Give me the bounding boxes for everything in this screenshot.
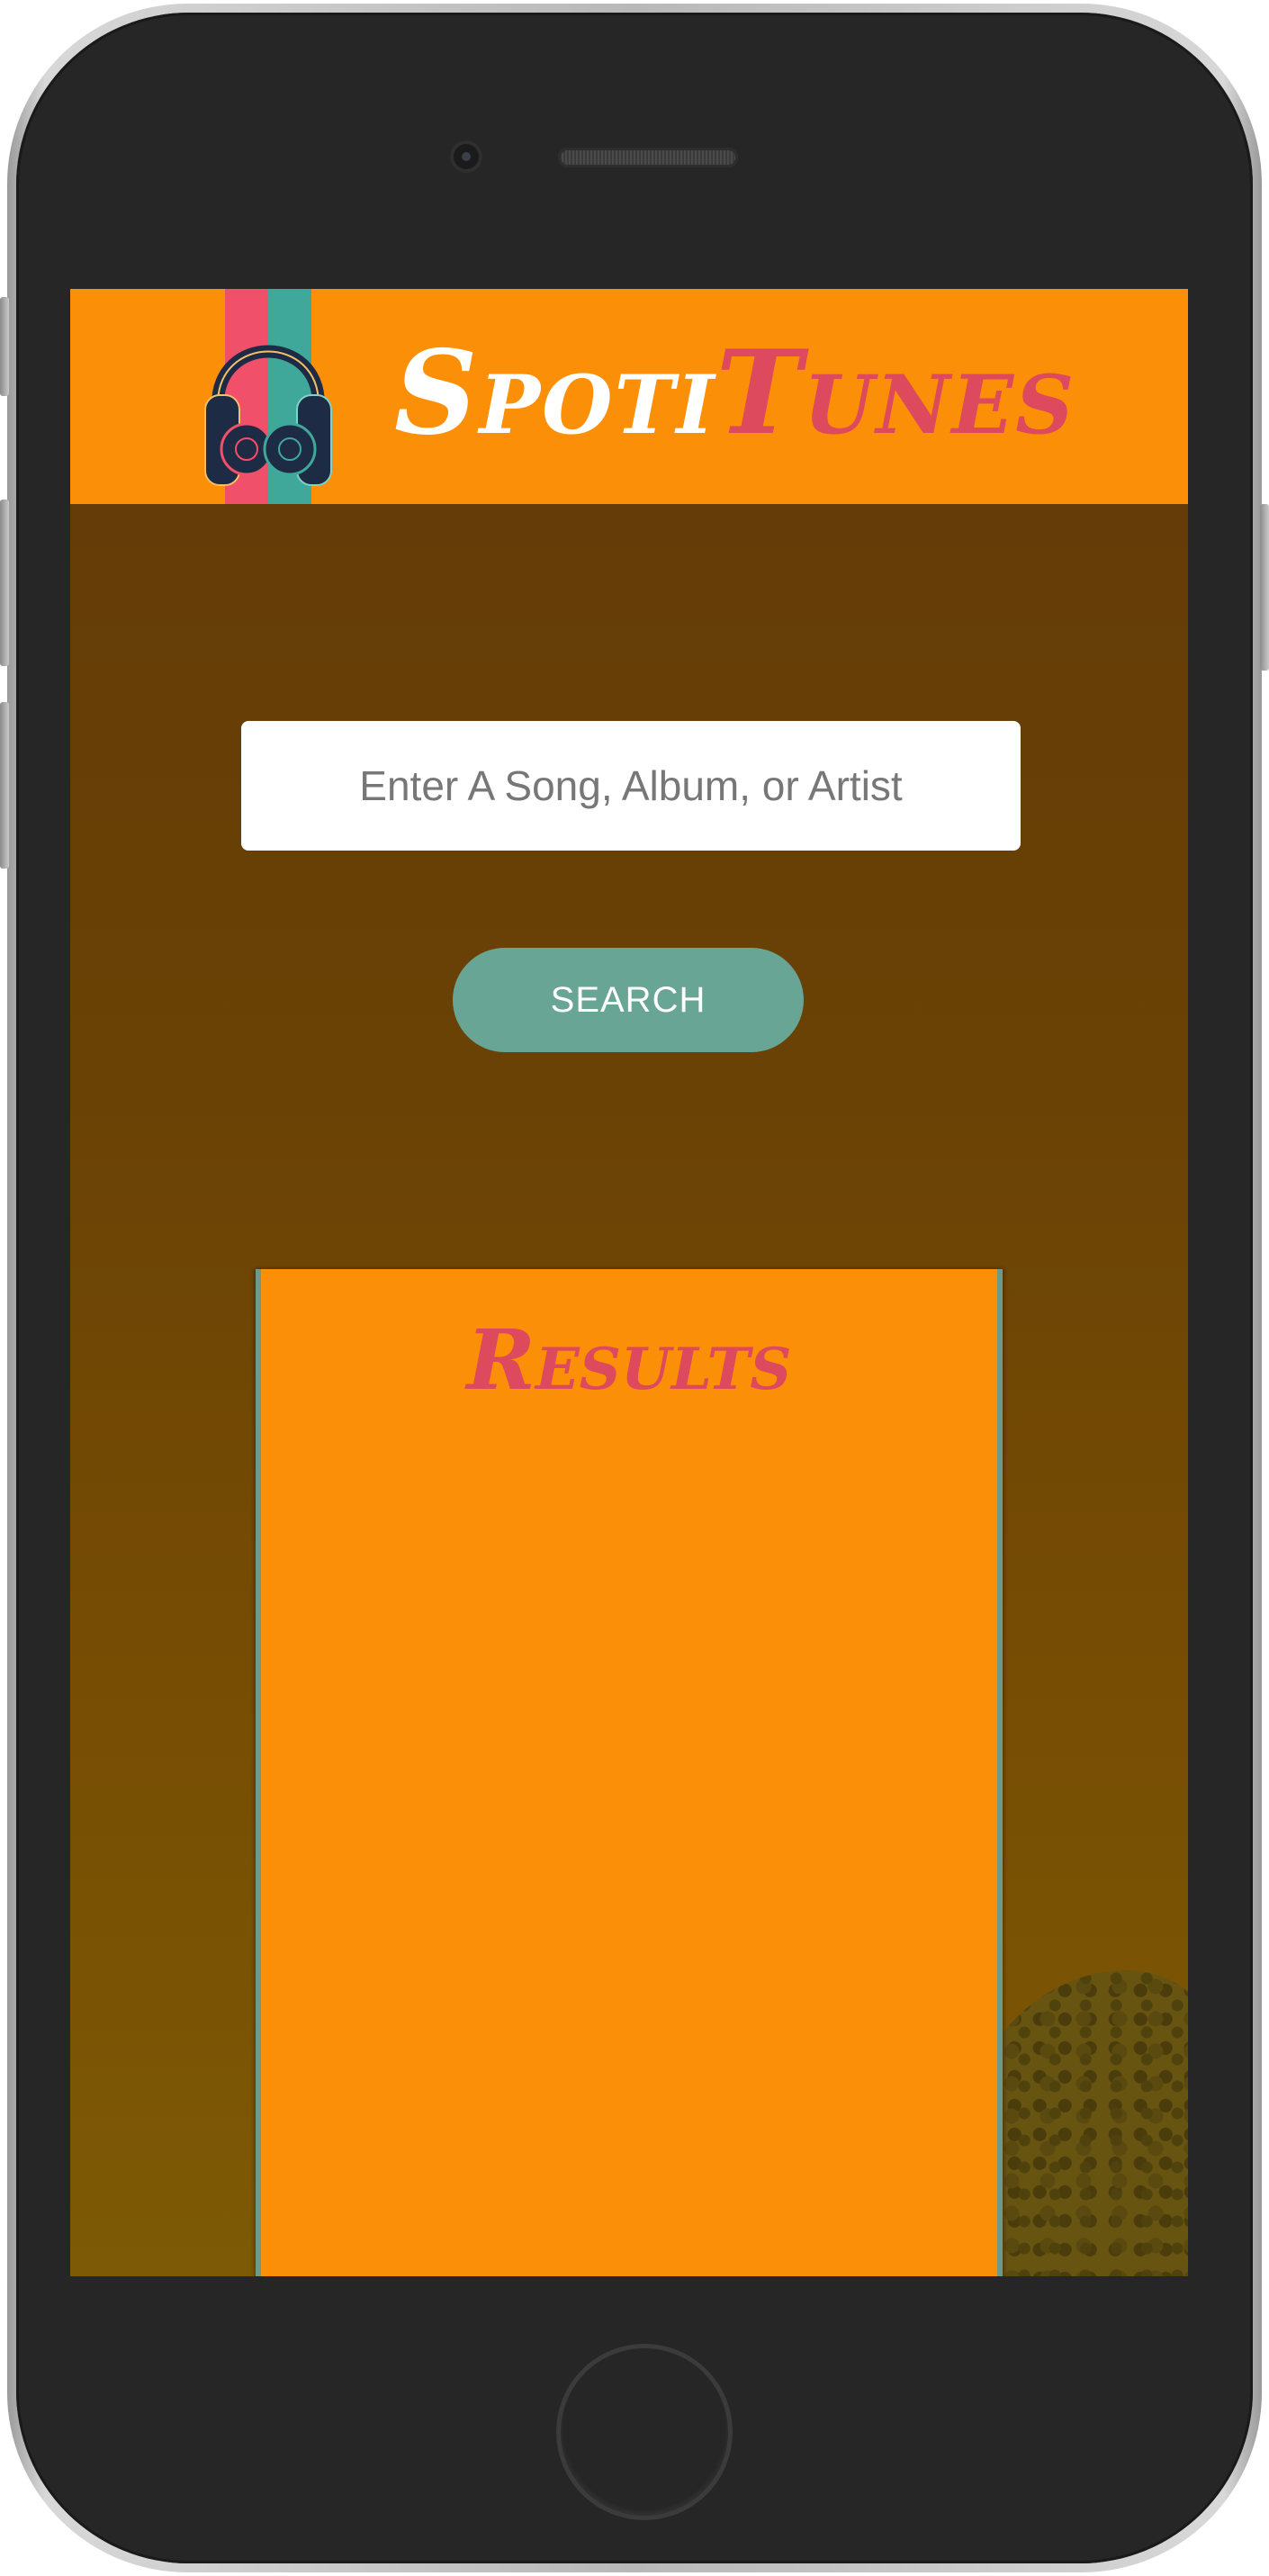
earpiece-speaker xyxy=(558,148,738,167)
volume-up-button xyxy=(0,500,9,666)
app-screen: SpotiTunes SEARCH Results xyxy=(70,289,1188,2276)
front-camera xyxy=(450,140,482,173)
search-button[interactable]: SEARCH xyxy=(453,948,804,1052)
volume-down-button xyxy=(0,702,9,869)
results-title: Results xyxy=(466,1311,792,1409)
app-header: SpotiTunes xyxy=(70,289,1188,504)
mute-switch xyxy=(0,297,9,396)
brand-text-part2: Tunes xyxy=(716,326,1076,461)
home-button[interactable] xyxy=(556,2344,733,2520)
results-panel: Results xyxy=(256,1269,1003,2276)
power-button xyxy=(1260,504,1269,671)
app-logo-text: SpotiTunes xyxy=(394,321,1076,465)
headphones-icon xyxy=(196,289,340,504)
brand-text-part1: Spoti xyxy=(394,326,716,461)
search-input[interactable] xyxy=(241,721,1021,851)
